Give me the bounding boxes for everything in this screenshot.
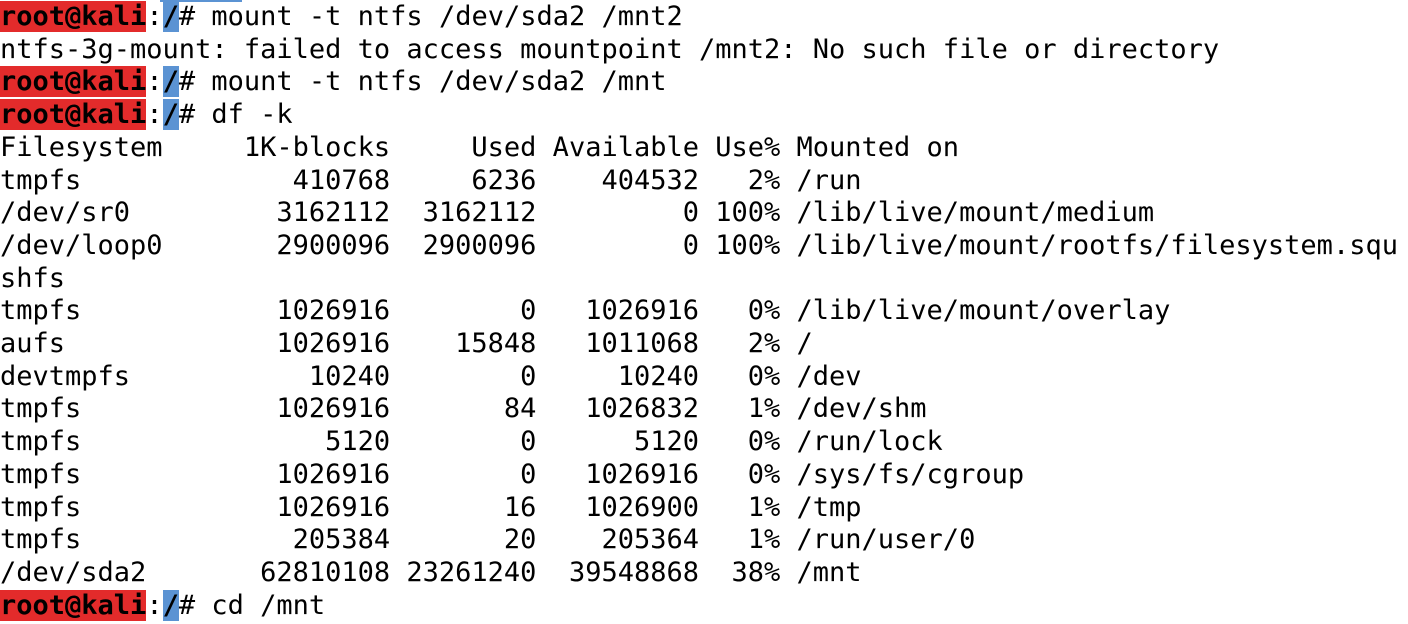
prompt-symbol: # xyxy=(178,66,196,98)
prompt-separator: : xyxy=(146,99,163,131)
df-row: /dev/loop0 2900096 2900096 0 100% /lib/l… xyxy=(0,229,1398,261)
command-text: mount -t ntfs /dev/sda2 /mnt xyxy=(195,66,667,98)
command-line: root@kali:/# mount -t ntfs /dev/sda2 /mn… xyxy=(0,66,667,99)
prompt-separator: : xyxy=(146,66,163,98)
df-row-wrapped: shfs xyxy=(0,262,66,294)
prompt-separator: : xyxy=(146,1,163,32)
prompt-path: / xyxy=(162,66,179,98)
df-row: tmpfs 410768 6236 404532 2% /run xyxy=(0,164,862,196)
df-row: tmpfs 1026916 84 1026832 1% /dev/shm xyxy=(0,393,927,425)
prompt-path: / xyxy=(162,1,179,32)
prompt-user-host: root@kali xyxy=(0,1,147,32)
error-output-line: ntfs-3g-mount: failed to access mountpoi… xyxy=(0,33,1220,65)
prompt-user-host: root@kali xyxy=(0,66,147,98)
df-row: tmpfs 205384 20 205364 1% /run/user/0 xyxy=(0,524,976,556)
df-row: tmpfs 1026916 16 1026900 1% /tmp xyxy=(0,491,862,523)
prompt-symbol: # xyxy=(178,99,196,131)
df-row: tmpfs 5120 0 5120 0% /run/lock xyxy=(0,426,943,458)
df-row: /dev/sr0 3162112 3162112 0 100% /lib/liv… xyxy=(0,197,1155,229)
df-row: devtmpfs 10240 0 10240 0% /dev xyxy=(0,360,862,392)
df-row: /dev/sda2 62810108 23261240 39548868 38%… xyxy=(0,556,862,588)
prompt-symbol: # xyxy=(178,1,196,32)
prompt-user-host: root@kali xyxy=(0,589,147,621)
command-line: root@kali:/# df -k xyxy=(0,99,293,132)
prompt-separator: : xyxy=(146,589,163,621)
prompt-path: / xyxy=(162,99,179,131)
command-line: root@kali:/# cd /mnt xyxy=(0,589,326,623)
command-text: mount -t ntfs /dev/sda2 /mnt2 xyxy=(195,1,683,32)
command-line: root@kali:/# mount -t ntfs /dev/sda2 /mn… xyxy=(0,1,683,34)
df-row: tmpfs 1026916 0 1026916 0% /sys/fs/cgrou… xyxy=(0,458,1025,490)
df-row: aufs 1026916 15848 1011068 2% / xyxy=(0,328,813,359)
df-header-line: Filesystem 1K-blocks Used Available Use%… xyxy=(0,131,960,163)
command-text: df -k xyxy=(195,99,293,131)
terminal-window[interactable]: root@kali:/# mount -t ntfs /dev/sda2 /mn… xyxy=(0,0,1408,624)
prompt-path: / xyxy=(162,589,179,621)
prompt-symbol: # xyxy=(178,589,196,621)
command-text: cd /mnt xyxy=(195,589,326,621)
prompt-user-host: root@kali xyxy=(0,99,147,131)
df-row: tmpfs 1026916 0 1026916 0% /lib/live/mou… xyxy=(0,295,1171,327)
